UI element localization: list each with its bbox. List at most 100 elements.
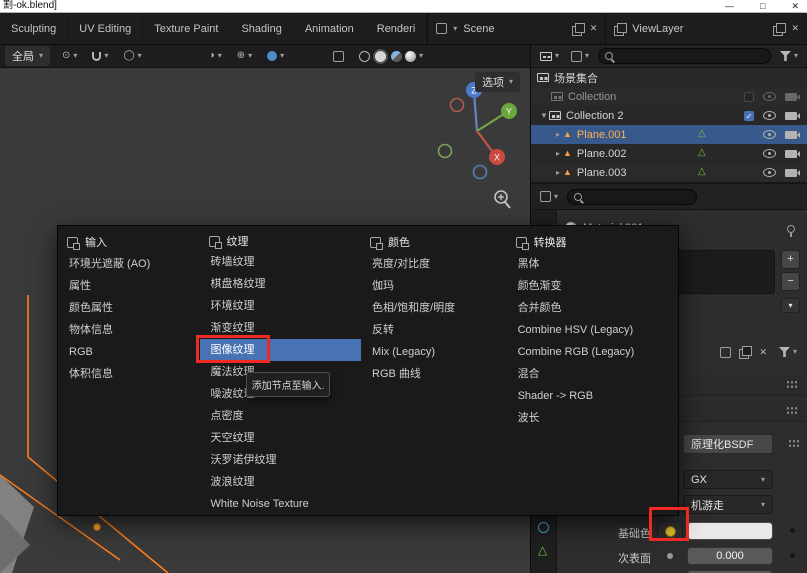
editor-type-dropdown[interactable]: ▾ bbox=[537, 189, 561, 204]
add-slot-button[interactable]: + bbox=[781, 250, 800, 269]
menu-item-brick-texture[interactable]: 砖墙纹理 bbox=[200, 251, 361, 273]
menu-item-rgb[interactable]: RGB bbox=[58, 341, 200, 363]
new-material-icon[interactable] bbox=[739, 346, 751, 358]
hide-eye-icon[interactable] bbox=[763, 149, 776, 158]
material-shading-icon[interactable] bbox=[391, 51, 402, 62]
menu-item-ambient-occlusion[interactable]: 环境光遮蔽 (AO) bbox=[58, 253, 200, 275]
outliner-display-mode-dropdown[interactable]: ▾ bbox=[537, 50, 562, 63]
outliner-row-collection2[interactable]: ▼ Collection 2 ✓ bbox=[531, 106, 807, 125]
zoom-tool-icon[interactable] bbox=[495, 191, 510, 208]
menu-item-combine-hsv-legacy[interactable]: Combine HSV (Legacy) bbox=[507, 319, 678, 341]
subsurface-socket-icon[interactable] bbox=[667, 553, 673, 559]
rendered-shading-icon[interactable] bbox=[405, 51, 416, 62]
viewlayer-name[interactable]: ViewLayer bbox=[632, 23, 683, 35]
remove-slot-button[interactable]: − bbox=[781, 272, 800, 291]
menu-item-checker-texture[interactable]: 棋盘格纹理 bbox=[200, 273, 361, 295]
axis-neg-x-ball[interactable] bbox=[451, 99, 464, 112]
menu-item-volume-info[interactable]: 体积信息 bbox=[58, 363, 200, 385]
menu-item-mix-legacy[interactable]: Mix (Legacy) bbox=[361, 341, 507, 363]
outliner-filter-dropdown[interactable]: ▾ bbox=[777, 49, 801, 63]
hide-eye-icon[interactable] bbox=[763, 92, 776, 101]
menu-item-blackbody[interactable]: 黑体 bbox=[507, 253, 678, 275]
render-visibility-icon[interactable] bbox=[785, 169, 797, 177]
tab-texture-paint[interactable]: Texture Paint bbox=[143, 13, 230, 44]
menu-item-bright-contrast[interactable]: 亮度/对比度 bbox=[361, 253, 507, 275]
drag-dots-icon[interactable] bbox=[788, 439, 801, 448]
tab-rendering[interactable]: Renderi bbox=[366, 13, 428, 44]
wireframe-shading-icon[interactable] bbox=[359, 51, 370, 62]
maximize-button[interactable]: □ bbox=[760, 0, 765, 13]
slot-specials-dropdown[interactable]: ▾ bbox=[781, 298, 800, 313]
menu-item-sky-texture[interactable]: 天空纹理 bbox=[200, 427, 361, 449]
transform-orientation-dropdown[interactable]: 全局 ▾ bbox=[5, 46, 50, 66]
xray-toggle[interactable]: ▾ bbox=[264, 49, 287, 63]
menu-item-combine-color[interactable]: 合并颜色 bbox=[507, 297, 678, 319]
outliner-row-collection[interactable]: Collection bbox=[531, 87, 807, 106]
material-specials-dropdown[interactable]: ▾ bbox=[775, 345, 801, 359]
show-gizmo-dropdown[interactable]: ◑ ▾ bbox=[206, 49, 225, 63]
chevron-down-icon[interactable]: ▾ bbox=[419, 52, 423, 60]
exclude-checkbox[interactable]: ✓ bbox=[744, 111, 754, 121]
pivot-point-dropdown[interactable]: ⊙ ▾ bbox=[59, 49, 80, 63]
menu-item-gamma[interactable]: 伽玛 bbox=[361, 275, 507, 297]
surface-shader-button[interactable]: 原理化BSDF bbox=[683, 434, 773, 454]
menu-item-color-ramp[interactable]: 颜色渐变 bbox=[507, 275, 678, 297]
menu-item-combine-rgb-legacy[interactable]: Combine RGB (Legacy) bbox=[507, 341, 678, 363]
outliner-row-plane-003[interactable]: ▸ ▲ Plane.003 △ bbox=[531, 163, 807, 182]
hide-eye-icon[interactable] bbox=[763, 111, 776, 120]
unlink-material-icon[interactable]: ✕ bbox=[759, 348, 767, 357]
outliner-row-plane-002[interactable]: ▸ ▲ Plane.002 △ bbox=[531, 144, 807, 163]
animate-dot-icon[interactable] bbox=[790, 553, 795, 558]
render-visibility-icon[interactable] bbox=[785, 93, 797, 101]
subsurface-method-dropdown[interactable]: 机游走 ▾ bbox=[683, 495, 773, 514]
new-viewlayer-icon[interactable] bbox=[773, 23, 785, 35]
tab-shading[interactable]: Shading bbox=[230, 13, 293, 44]
animate-dot-icon[interactable] bbox=[790, 528, 795, 533]
exclude-checkbox[interactable] bbox=[744, 92, 754, 102]
outliner-options-dropdown[interactable]: ▾ bbox=[568, 49, 592, 64]
new-scene-icon[interactable] bbox=[572, 23, 584, 35]
axis-neg-z-ball[interactable] bbox=[474, 166, 487, 179]
snap-dropdown[interactable]: ▾ bbox=[89, 50, 111, 63]
tab-uv-editing[interactable]: UV Editing bbox=[68, 13, 143, 44]
chevron-down-icon[interactable]: ▾ bbox=[453, 25, 457, 33]
proportional-edit-dropdown[interactable]: ◯ ▾ bbox=[120, 49, 144, 63]
menu-item-attribute[interactable]: 属性 bbox=[58, 275, 200, 297]
minimize-button[interactable]: — bbox=[725, 0, 734, 13]
drag-dots-icon[interactable] bbox=[786, 406, 799, 415]
expand-caret-icon[interactable]: ▸ bbox=[553, 149, 563, 158]
outliner-row-plane-001[interactable]: ▸ ▲ Plane.001 △ bbox=[531, 125, 807, 144]
render-preview-button[interactable] bbox=[330, 49, 347, 64]
axis-neg-y-ball[interactable] bbox=[439, 145, 452, 158]
outliner-search-input[interactable] bbox=[598, 48, 771, 64]
tab-animation[interactable]: Animation bbox=[294, 13, 366, 44]
menu-item-mix[interactable]: 混合 bbox=[507, 363, 678, 385]
menu-item-point-density[interactable]: 点密度 bbox=[200, 405, 361, 427]
object-data-tab-icon[interactable]: △ bbox=[538, 544, 547, 556]
menu-item-object-info[interactable]: 物体信息 bbox=[58, 319, 200, 341]
unlink-scene-icon[interactable]: ✕ bbox=[590, 24, 598, 33]
menu-item-wavelength[interactable]: 波长 bbox=[507, 407, 678, 429]
render-visibility-icon[interactable] bbox=[785, 112, 797, 120]
menu-item-wave-texture[interactable]: 波浪纹理 bbox=[200, 471, 361, 493]
expand-caret-icon[interactable]: ▸ bbox=[553, 168, 563, 177]
close-button[interactable]: ✕ bbox=[791, 0, 799, 13]
properties-search-input[interactable] bbox=[567, 189, 697, 205]
render-visibility-icon[interactable] bbox=[785, 131, 797, 139]
menu-item-shader-to-rgb[interactable]: Shader -> RGB bbox=[507, 385, 678, 407]
menu-item-rgb-curves[interactable]: RGB 曲线 bbox=[361, 363, 507, 385]
solid-shading-selected[interactable] bbox=[373, 49, 388, 64]
menu-item-environment-texture[interactable]: 环境纹理 bbox=[200, 295, 361, 317]
expand-caret-icon[interactable]: ▼ bbox=[539, 111, 549, 120]
menu-item-color-attribute[interactable]: 颜色属性 bbox=[58, 297, 200, 319]
menu-item-invert[interactable]: 反转 bbox=[361, 319, 507, 341]
render-visibility-icon[interactable] bbox=[785, 150, 797, 158]
hide-eye-icon[interactable] bbox=[763, 168, 776, 177]
menu-item-voronoi-texture[interactable]: 沃罗诺伊纹理 bbox=[200, 449, 361, 471]
physics-tab-icon[interactable] bbox=[538, 522, 549, 533]
pin-icon[interactable] bbox=[787, 225, 795, 233]
fake-user-icon[interactable] bbox=[720, 347, 731, 358]
tab-sculpting[interactable]: Sculpting bbox=[0, 13, 68, 44]
viewport-options-dropdown[interactable]: 选项 ▾ bbox=[475, 72, 520, 92]
subsurface-value-field[interactable]: 0.000 bbox=[687, 547, 773, 565]
